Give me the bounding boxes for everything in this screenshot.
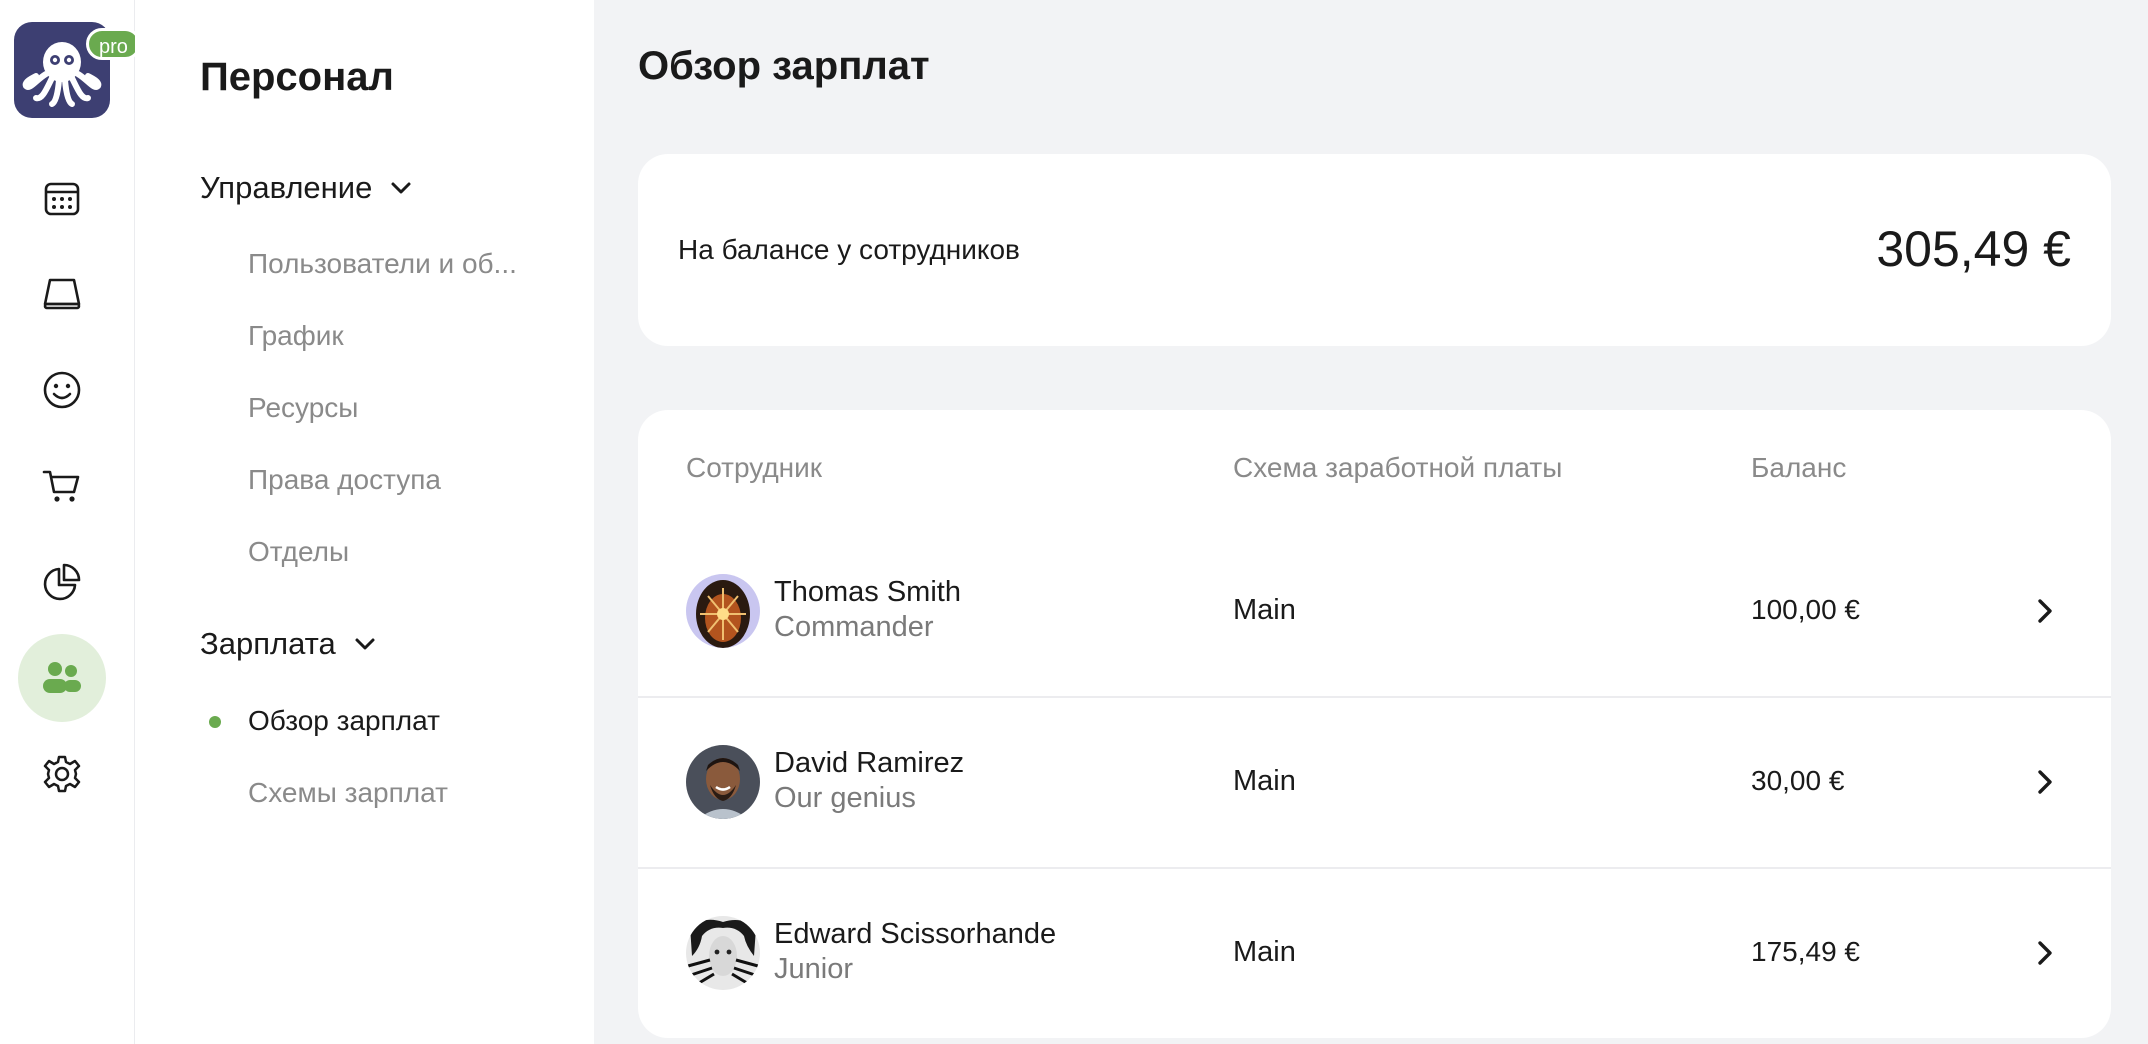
balance-label: На балансе у сотрудников (678, 234, 1020, 265)
nav-item-users[interactable]: Пользователи и об... (248, 248, 538, 280)
employee-salary-scheme: Main (1233, 765, 1296, 797)
nav-item-resources[interactable]: Ресурсы (248, 392, 538, 424)
section-title: Персонал (200, 55, 394, 99)
employee-salary-scheme: Main (1233, 936, 1296, 968)
employee-name: David Ramirez (774, 747, 965, 779)
nav-item-schedule[interactable]: График (248, 320, 538, 352)
app-logo[interactable]: pro (14, 22, 141, 118)
active-indicator-dot (209, 716, 221, 728)
balance-summary-card: На балансе у сотрудников 305,49 € (638, 154, 2111, 346)
pro-badge: pro (86, 28, 141, 60)
rail-screen[interactable] (18, 250, 106, 338)
group-management-label: Управление (200, 170, 373, 205)
nav-item-departments[interactable]: Отделы (248, 536, 538, 568)
pie-chart-icon (43, 563, 81, 601)
employee-name: Thomas Smith (774, 576, 961, 608)
rail-clients[interactable] (18, 346, 106, 434)
chevron-right-icon[interactable] (2028, 936, 2062, 970)
table-row[interactable]: Edward Scissorhande Junior Main 175,49 € (638, 868, 2111, 1038)
chevron-right-icon[interactable] (2028, 594, 2062, 628)
employee-role: Our genius (774, 782, 916, 814)
group-management-toggle[interactable]: Управление (200, 170, 412, 206)
column-header-scheme: Схема заработной платы (1233, 452, 1563, 483)
avatar (686, 916, 760, 990)
employee-balance: 30,00 € (1751, 765, 1845, 796)
table-row[interactable]: Thomas Smith Commander Main 100,00 € (638, 526, 2111, 696)
nav-item-salary-schemes[interactable]: Схемы зарплат (248, 777, 538, 809)
people-icon (43, 662, 81, 693)
chevron-right-icon[interactable] (2028, 765, 2062, 799)
gear-icon (43, 755, 81, 793)
employee-balance: 175,49 € (1751, 936, 1860, 967)
rail-staff[interactable] (18, 634, 106, 722)
icon-rail: pro (0, 0, 141, 1044)
calendar-icon (44, 182, 80, 216)
group-salary-toggle[interactable]: Зарплата (200, 626, 376, 662)
balance-total-value: 305,49 € (1876, 221, 2071, 277)
smiley-icon (43, 371, 81, 409)
section-subnav: Персонал Управление Пользователи и об...… (135, 0, 594, 1044)
page-title: Обзор зарплат (638, 44, 930, 88)
column-header-employee: Сотрудник (686, 452, 823, 483)
employee-name: Edward Scissorhande (774, 918, 1057, 950)
nav-item-access-rights[interactable]: Права доступа (248, 464, 538, 496)
chevron-down-icon (354, 637, 376, 651)
screen-icon (43, 278, 81, 310)
group-salary-label: Зарплата (200, 626, 336, 661)
avatar (686, 745, 760, 819)
column-header-balance: Баланс (1751, 452, 1847, 483)
employee-role: Commander (774, 611, 934, 643)
cart-icon (42, 470, 80, 502)
employee-salary-scheme: Main (1233, 594, 1296, 626)
chevron-down-icon (390, 181, 412, 195)
rail-shop[interactable] (18, 442, 106, 530)
avatar (686, 574, 760, 648)
table-row[interactable]: David Ramirez Our genius Main 30,00 € (638, 697, 2111, 867)
employee-role: Junior (774, 953, 853, 985)
rail-calendar[interactable] (18, 154, 106, 242)
rail-settings[interactable] (18, 730, 106, 818)
rail-reports[interactable] (18, 538, 106, 626)
employee-balance: 100,00 € (1751, 594, 1860, 625)
employee-salary-table: Сотрудник Схема заработной платы Баланс … (638, 410, 2111, 1038)
nav-item-salary-overview[interactable]: Обзор зарплат (248, 705, 538, 737)
